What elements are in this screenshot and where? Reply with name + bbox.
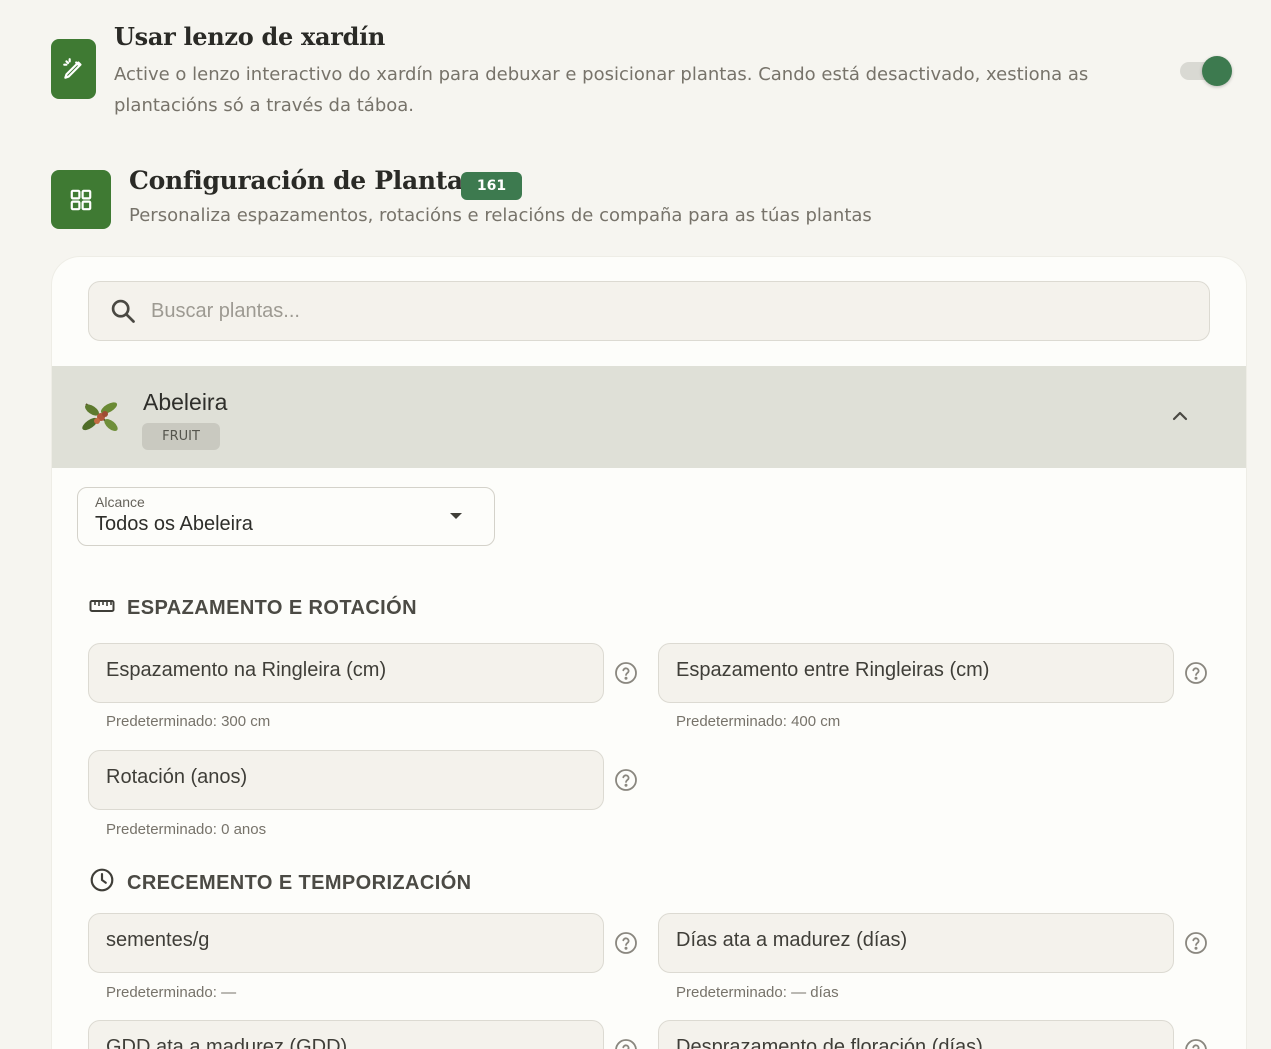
settings-page: Usar lenzo de xardín Active o lenzo inte… — [0, 0, 1271, 1049]
seeds-per-gram-label: sementes/g — [106, 929, 210, 951]
rotation-field[interactable]: Rotación (anos) — [88, 750, 604, 810]
caret-down-icon — [448, 508, 464, 528]
pencil-sparkle-icon — [51, 39, 96, 99]
plant-accordion-header[interactable]: Abeleira FRUIT — [52, 366, 1246, 468]
in-row-spacing-label: Espazamento na Ringleira (cm) — [106, 659, 387, 681]
spacing-section-title: ESPAZAMENTO E ROTACIÓN — [127, 597, 417, 619]
growth-section-heading: CRECEMENTO E TEMPORIZACIÓN — [89, 867, 472, 899]
in-row-spacing-hint: Predeterminado: 300 cm — [106, 713, 271, 730]
gdd-to-maturity-field[interactable]: GDD ata a madurez (GDD) — [88, 1020, 604, 1049]
seeds-per-gram-field[interactable]: sementes/g — [88, 913, 604, 973]
plant-name: Abeleira — [143, 389, 228, 415]
plant-search — [88, 281, 1210, 341]
help-circle-icon[interactable] — [1184, 661, 1208, 685]
help-circle-icon[interactable] — [1184, 1038, 1208, 1049]
rotation-label: Rotación (anos) — [106, 766, 248, 788]
help-circle-icon[interactable] — [614, 661, 638, 685]
help-circle-icon[interactable] — [614, 768, 638, 792]
scope-select[interactable]: Alcance Todos os Abeleira — [77, 487, 495, 546]
help-circle-icon[interactable] — [614, 1038, 638, 1049]
between-row-spacing-hint: Predeterminado: 400 cm — [676, 713, 841, 730]
between-row-spacing-label: Espazamento entre Ringleiras (cm) — [676, 659, 990, 681]
gdd-to-maturity-label: GDD ata a madurez (GDD) — [106, 1036, 348, 1049]
clock-icon — [89, 867, 115, 899]
scope-value: Todos os Abeleira — [95, 513, 253, 535]
chevron-up-icon[interactable] — [1168, 404, 1192, 432]
scope-label: Alcance — [95, 494, 145, 510]
plant-category-chip: FRUIT — [142, 423, 220, 450]
plant-config-card: Abeleira FRUIT Alcance Todos os Abeleira — [52, 257, 1246, 1049]
seeds-per-gram-hint: Predeterminado: — — [106, 984, 237, 1001]
in-row-spacing-field[interactable]: Espazamento na Ringleira (cm) — [88, 643, 604, 703]
ruler-icon — [89, 597, 115, 620]
days-to-maturity-hint: Predeterminado: — días — [676, 984, 839, 1001]
canvas-setting-description: Active o lenzo interactivo do xardín par… — [114, 64, 1089, 116]
search-icon — [109, 297, 137, 329]
days-to-maturity-field[interactable]: Días ata a madurez (días) — [658, 913, 1174, 973]
plant-count-badge: 161 — [461, 172, 522, 200]
days-to-maturity-label: Días ata a madurez (días) — [676, 929, 908, 951]
flowering-offset-label: Desprazamento de floración (días) — [676, 1036, 983, 1049]
plant-config-subtitle: Personaliza espazamentos, rotacións e re… — [129, 205, 872, 226]
between-row-spacing-field[interactable]: Espazamento entre Ringleiras (cm) — [658, 643, 1174, 703]
toggle-knob — [1202, 56, 1232, 86]
canvas-setting-title: Usar lenzo de xardín — [114, 22, 386, 51]
plant-search-input[interactable] — [151, 282, 1191, 340]
plant-thumbnail — [78, 394, 124, 440]
growth-section-title: CRECEMENTO E TEMPORIZACIÓN — [127, 871, 472, 894]
help-circle-icon[interactable] — [1184, 931, 1208, 955]
flowering-offset-field[interactable]: Desprazamento de floración (días) — [658, 1020, 1174, 1049]
grid-icon — [51, 170, 111, 229]
plant-config-title: Configuración de Plantas — [129, 166, 477, 195]
help-circle-icon[interactable] — [614, 931, 638, 955]
spacing-section-heading: ESPAZAMENTO E ROTACIÓN — [89, 597, 417, 620]
canvas-toggle[interactable] — [1180, 56, 1234, 86]
rotation-hint: Predeterminado: 0 anos — [106, 821, 267, 838]
